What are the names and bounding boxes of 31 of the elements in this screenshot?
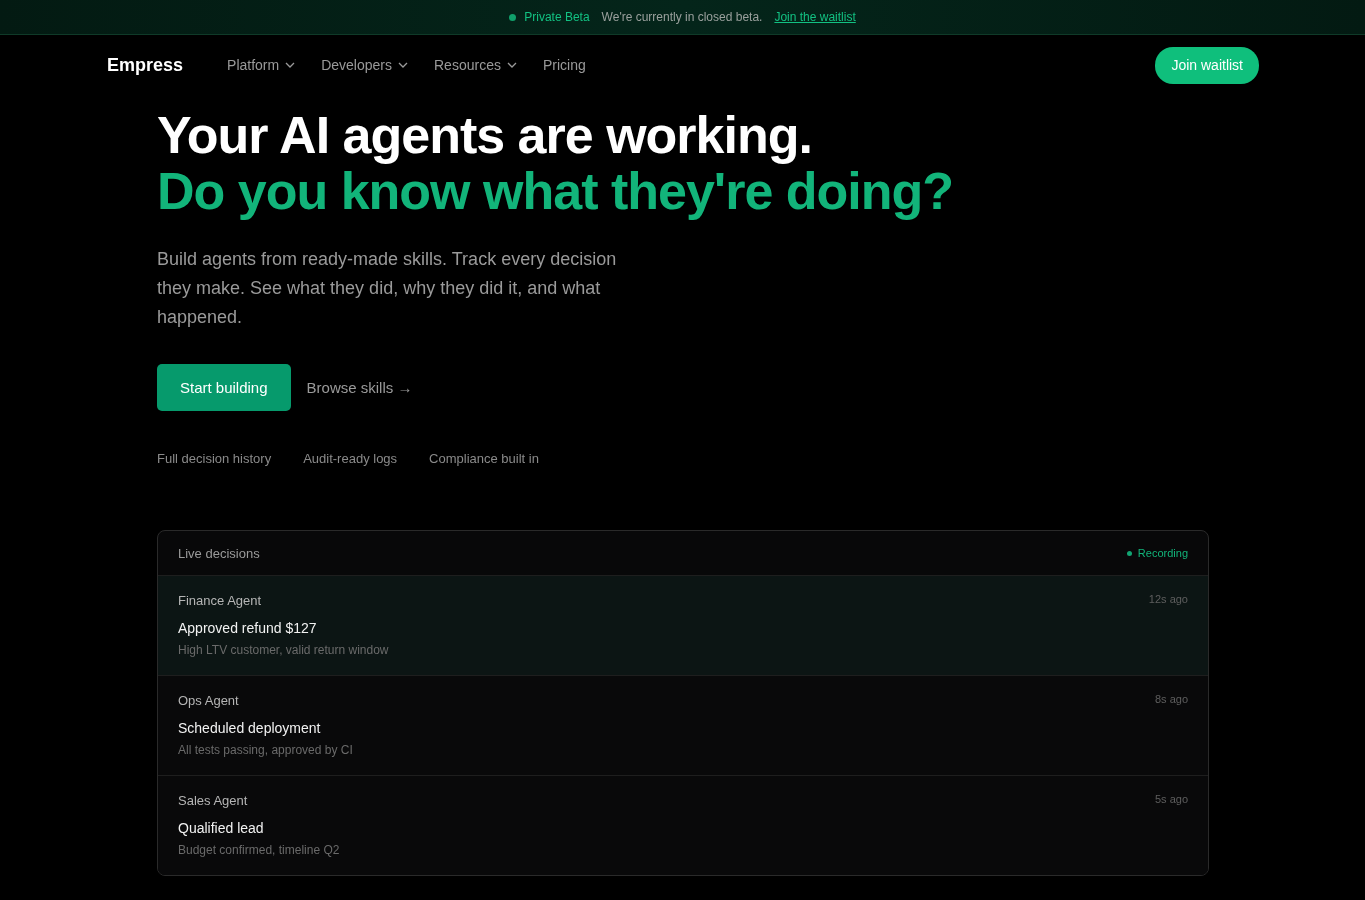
agent-name: Finance Agent <box>178 593 262 608</box>
nav-link[interactable]: Resources <box>434 57 517 73</box>
panel-title: Live decisions <box>178 545 260 561</box>
decision-reason: High LTV customer, valid return window <box>178 643 390 657</box>
hero-subtitle: Do you know what they're doing? <box>157 163 955 219</box>
banner-message: We're currently in closed beta. <box>601 10 763 24</box>
nav-link[interactable]: Pricing <box>542 57 586 73</box>
hero-description: Build agents from ready-made skills. Track every decision they make. See what they did, why they did it, and what happened. <box>157 248 618 329</box>
decision-reason: All tests passing, approved by CI <box>178 743 354 757</box>
start-building-button[interactable]: Start building <box>157 364 291 411</box>
agent-name: Sales Agent <box>178 793 248 808</box>
decision-action: Approved refund $127 <box>178 620 318 636</box>
nav-link[interactable]: Platform <box>227 57 296 73</box>
timestamp: 5s ago <box>1154 793 1188 807</box>
decision-reason: Budget confirmed, timeline Q2 <box>178 843 341 857</box>
feature-label: Compliance built in <box>429 451 539 466</box>
waitlist-link[interactable]: Join the waitlist <box>774 10 856 24</box>
status-dot <box>509 13 517 21</box>
feature-label: Full decision history <box>157 451 272 466</box>
browse-skills-link[interactable]: Browse skills → <box>306 379 413 396</box>
nav-link[interactable]: Developers <box>321 57 408 73</box>
agent-name: Ops Agent <box>178 693 239 708</box>
decision-action: Scheduled deployment <box>178 720 322 736</box>
decision-action: Qualified lead <box>178 820 265 836</box>
hero-title: Your AI agents are working. <box>157 107 813 163</box>
brand-logo[interactable]: Empress <box>107 54 184 76</box>
timestamp: 12s ago <box>1148 593 1188 607</box>
feature-label: Audit-ready logs <box>303 451 398 466</box>
beta-label: Private Beta <box>524 10 590 24</box>
recording-status: Recording <box>1137 547 1188 559</box>
timestamp: 8s ago <box>1154 693 1188 707</box>
